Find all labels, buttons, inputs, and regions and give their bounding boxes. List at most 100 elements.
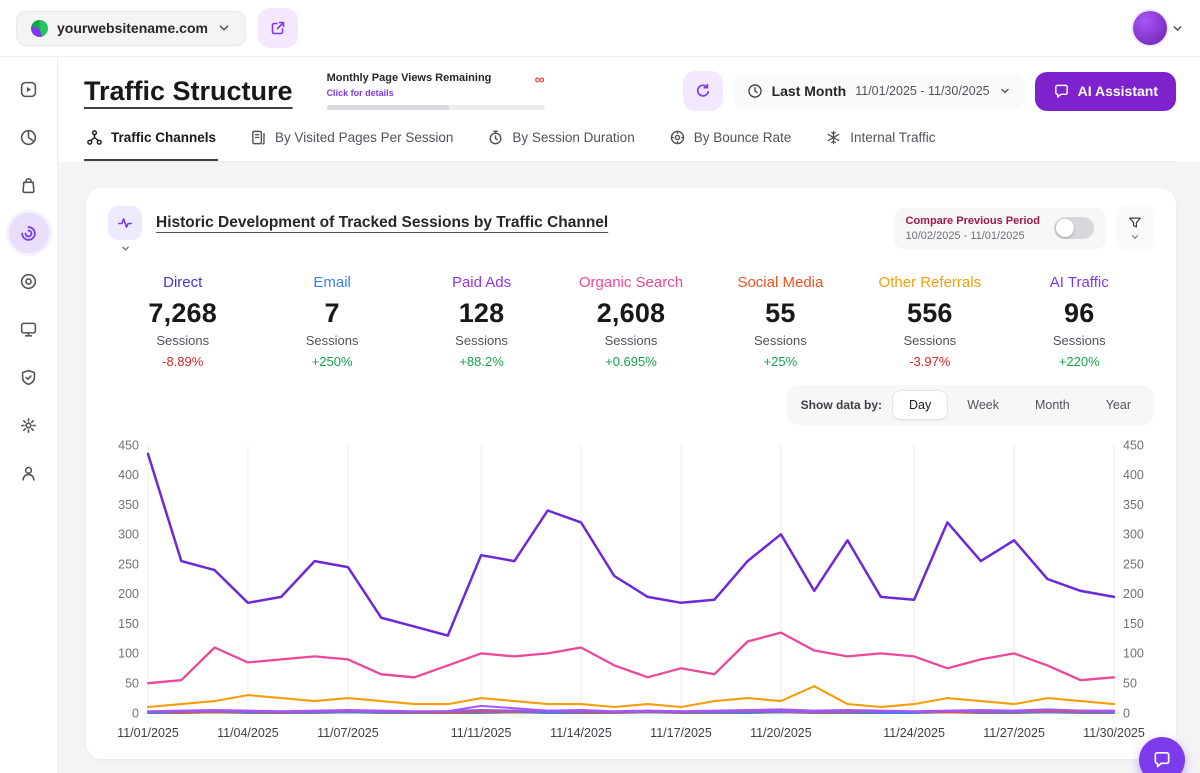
- stat-value: 128: [407, 298, 556, 329]
- show-data-by-options: DayWeekMonthYear: [892, 390, 1148, 420]
- stat-label: Direct: [108, 274, 257, 291]
- svg-text:150: 150: [1123, 617, 1144, 631]
- svg-text:11/17/2025: 11/17/2025: [650, 726, 712, 740]
- stat-value: 556: [855, 298, 1004, 329]
- stat-organic-search[interactable]: Organic Search2,608Sessions+0.695%: [556, 274, 705, 369]
- settings-gear-icon: [19, 416, 38, 435]
- date-range-picker[interactable]: Last Month 11/01/2025 - 11/30/2025: [733, 73, 1025, 109]
- tab-label: Internal Traffic: [850, 130, 935, 145]
- sidebar-item-analytics[interactable]: [9, 117, 49, 157]
- sidebar: [0, 57, 58, 773]
- svg-text:200: 200: [118, 587, 139, 601]
- tab-label: Traffic Channels: [111, 130, 216, 145]
- chart-area[interactable]: 11/01/202511/04/202511/07/202511/11/2025…: [108, 437, 1154, 743]
- sidebar-item-settings[interactable]: [9, 405, 49, 445]
- survey-monitor-icon: [19, 320, 38, 339]
- filter-button[interactable]: [1116, 206, 1154, 250]
- sidebar-item-player[interactable]: [9, 69, 49, 109]
- website-selector[interactable]: yourwebsitename.com: [16, 11, 246, 46]
- stat-label: Social Media: [706, 274, 855, 291]
- show-data-by-label: Show data by:: [801, 398, 882, 412]
- refresh-button[interactable]: [683, 71, 723, 111]
- ai-assistant-label: AI Assistant: [1078, 83, 1158, 99]
- stat-direct[interactable]: Direct 7,268 Sessions -8.89%: [108, 274, 257, 369]
- stat-change: -3.97%: [855, 354, 1004, 369]
- activity-chart-icon: [108, 206, 142, 240]
- stat-unit: Sessions: [108, 333, 257, 348]
- behavior-swirl-icon: [19, 224, 38, 243]
- external-link-icon: [269, 19, 287, 37]
- ai-assistant-button[interactable]: AI Assistant: [1035, 72, 1176, 111]
- stat-email[interactable]: Email7Sessions+250%: [257, 274, 406, 369]
- stat-label: Paid Ads: [407, 274, 556, 291]
- stat-paid-ads[interactable]: Paid Ads128Sessions+88.2%: [407, 274, 556, 369]
- svg-text:50: 50: [1123, 677, 1137, 691]
- compare-range: 10/02/2025 - 11/01/2025: [906, 230, 1041, 242]
- sidebar-item-security[interactable]: [9, 357, 49, 397]
- main-area: Traffic Structure Monthly Page Views Rem…: [58, 57, 1200, 773]
- svg-text:400: 400: [1123, 468, 1144, 482]
- pageviews-progress-bar: [327, 105, 545, 110]
- channels-share-icon: [86, 129, 103, 146]
- open-website-button[interactable]: [258, 8, 298, 48]
- funnel-icon: [1127, 215, 1143, 231]
- chart-type-selector[interactable]: [108, 206, 142, 254]
- svg-text:350: 350: [118, 498, 139, 512]
- account-menu[interactable]: [1133, 11, 1184, 45]
- show-data-by-month[interactable]: Month: [1018, 390, 1087, 420]
- clock-icon: [747, 83, 763, 99]
- content-area: Historic Development of Tracked Sessions…: [58, 162, 1200, 773]
- card-title: Historic Development of Tracked Sessions…: [156, 214, 608, 232]
- sidebar-item-feedback[interactable]: [9, 309, 49, 349]
- stat-value: 96: [1005, 298, 1154, 329]
- infinity-value: ∞: [535, 72, 545, 86]
- svg-text:300: 300: [1123, 528, 1144, 542]
- pageviews-widget[interactable]: Monthly Page Views Remaining ∞ Click for…: [327, 72, 545, 110]
- show-data-by-day[interactable]: Day: [892, 390, 948, 420]
- stat-ai-traffic[interactable]: AI Traffic96Sessions+220%: [1005, 274, 1154, 369]
- chevron-down-icon: [217, 21, 231, 35]
- sidebar-item-goals[interactable]: [9, 261, 49, 301]
- tab-internal-traffic[interactable]: Internal Traffic: [823, 123, 937, 161]
- stat-change: -8.89%: [108, 354, 257, 369]
- svg-text:11/14/2025: 11/14/2025: [550, 726, 612, 740]
- chat-icon: [1152, 750, 1172, 770]
- show-data-by-year[interactable]: Year: [1089, 390, 1148, 420]
- compare-label: Compare Previous Period: [906, 215, 1041, 227]
- svg-text:0: 0: [1123, 706, 1130, 720]
- tab-traffic-channels[interactable]: Traffic Channels: [84, 123, 218, 161]
- shield-check-icon: [19, 368, 38, 387]
- tab-by-session-duration[interactable]: By Session Duration: [485, 123, 636, 161]
- stat-social-media[interactable]: Social Media55Sessions+25%: [706, 274, 855, 369]
- stat-unit: Sessions: [556, 333, 705, 348]
- avatar: [1133, 11, 1167, 45]
- tab-label: By Visited Pages Per Session: [275, 130, 453, 145]
- period-label: Last Month: [772, 83, 847, 99]
- svg-text:150: 150: [118, 617, 139, 631]
- svg-text:11/20/2025: 11/20/2025: [750, 726, 812, 740]
- svg-text:350: 350: [1123, 498, 1144, 512]
- show-data-by-week[interactable]: Week: [950, 390, 1016, 420]
- stat-unit: Sessions: [257, 333, 406, 348]
- stat-label: Organic Search: [556, 274, 705, 291]
- tab-by-visited-pages[interactable]: By Visited Pages Per Session: [248, 123, 455, 161]
- stat-change: +25%: [706, 354, 855, 369]
- stat-value: 2,608: [556, 298, 705, 329]
- pie-chart-icon: [19, 128, 38, 147]
- stat-label: Email: [257, 274, 406, 291]
- stat-value: 7,268: [108, 298, 257, 329]
- pageviews-details-link[interactable]: Click for details: [327, 88, 545, 98]
- sidebar-item-traffic[interactable]: [9, 213, 49, 253]
- stat-other-referrals[interactable]: Other Referrals556Sessions-3.97%: [855, 274, 1004, 369]
- tab-by-bounce-rate[interactable]: By Bounce Rate: [667, 123, 794, 161]
- tab-label: By Session Duration: [512, 130, 634, 145]
- snowflake-icon: [825, 129, 842, 146]
- sidebar-item-commerce[interactable]: [9, 165, 49, 205]
- compare-toggle[interactable]: [1054, 217, 1094, 239]
- sidebar-item-visitors[interactable]: [9, 453, 49, 493]
- stat-label: Other Referrals: [855, 274, 1004, 291]
- tab-label: By Bounce Rate: [694, 130, 792, 145]
- shopping-bag-icon: [19, 176, 38, 195]
- svg-text:200: 200: [1123, 587, 1144, 601]
- svg-text:50: 50: [125, 677, 139, 691]
